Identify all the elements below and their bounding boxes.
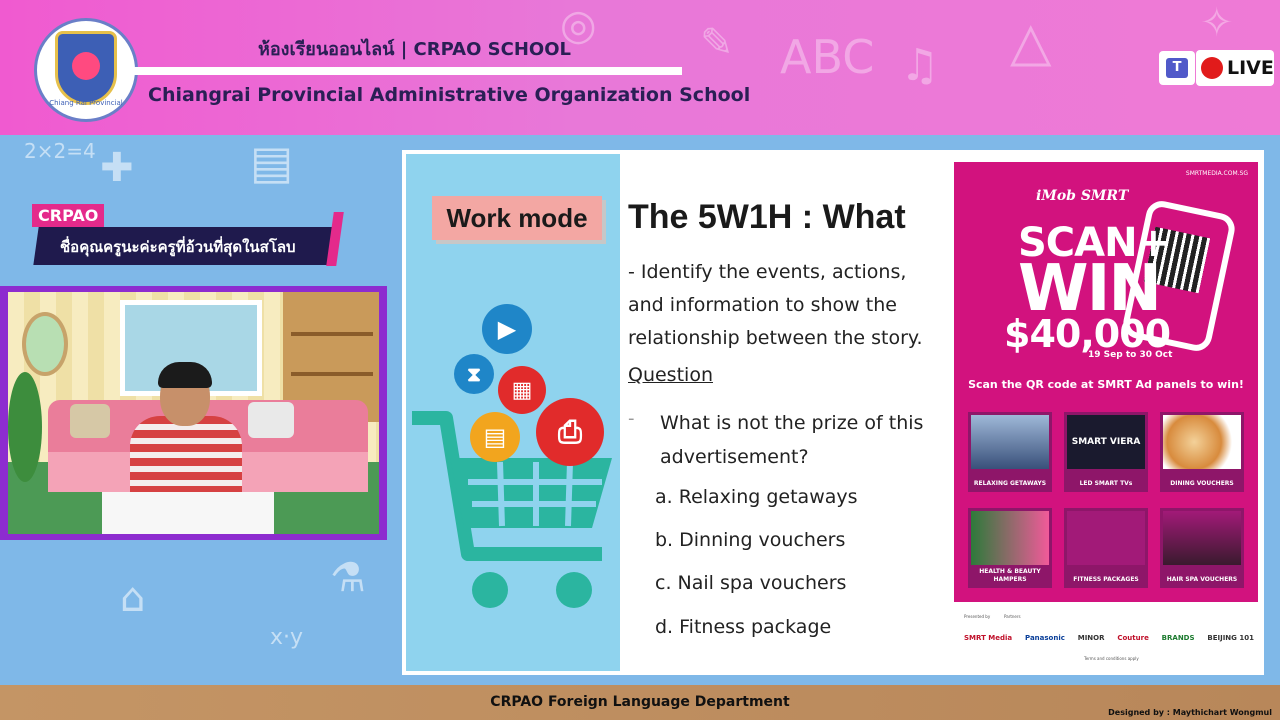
ad-tile-dining: DINING VOUCHERS [1160, 412, 1244, 492]
oval-window [22, 312, 68, 376]
tv-photo: SMART VIERA [1067, 415, 1145, 469]
ad-tile-hair-spa: HAIR SPA VOUCHERS [1160, 508, 1244, 588]
ad-instruction: Scan the QR code at SMRT Ad panels to wi… [968, 378, 1244, 391]
logo-shield-icon [55, 31, 117, 105]
ad-partners-label: Partners [1004, 614, 1021, 619]
presenter-video-feed [8, 292, 379, 534]
teams-button[interactable]: T [1159, 51, 1195, 85]
school-name: Chiangrai Provincial Administrative Orga… [148, 84, 751, 106]
question-text: What is not the prize of this advertisem… [660, 412, 924, 468]
ad-tile-fitness: FITNESS PACKAGES [1064, 508, 1148, 588]
presenter-desk [102, 492, 274, 534]
shelf-board [291, 372, 373, 376]
ad-tile-tvs: SMART VIERA LED SMART TVs [1064, 412, 1148, 492]
ad-tile-getaways: RELAXING GETAWAYS [968, 412, 1052, 492]
fitness-photo [1067, 511, 1145, 565]
answer-option-d: d. Fitness package [655, 616, 832, 638]
answer-option-a: a. Relaxing getaways [655, 486, 858, 508]
ad-tile-label: FITNESS PACKAGES [1073, 576, 1139, 583]
answer-option-c: c. Nail spa vouchers [655, 572, 847, 594]
sofa-pillow [70, 404, 110, 438]
live-record-icon [1201, 57, 1223, 79]
calculator-yellow-icon: ▤ [470, 412, 520, 462]
shelf-board [291, 332, 373, 336]
ad-tile-label: DINING VOUCHERS [1170, 480, 1234, 487]
video-camera-icon: ▶ [482, 304, 532, 354]
designer-credit: Designed by : Maythichart Wongmul [1108, 708, 1272, 717]
partner-logo: Couture [1117, 634, 1149, 642]
question-label: Question [628, 364, 713, 386]
calculator-icon: ▦ [498, 366, 546, 414]
abc-doodle: ABC [780, 30, 875, 84]
ad-dates: 19 Sep to 30 Oct [1088, 350, 1173, 360]
microsoft-teams-icon: T [1166, 58, 1188, 78]
partner-logo: Panasonic [1025, 634, 1065, 642]
presenter-hair [158, 362, 212, 388]
resort-photo [971, 415, 1049, 469]
slide-illustration-panel: Work mode ▶ ⧗ ▦ ▤ ⎙ [406, 154, 620, 671]
channel-title-thai: ห้องเรียนออนไลน์ | CRPAO SCHOOL [258, 39, 571, 60]
ad-partner-logos: SMRT Media Panasonic MINOR Couture BRAND… [964, 634, 1254, 642]
lamp-doodle-icon: ⌂ [120, 575, 146, 621]
work-mode-label: Work mode [432, 196, 602, 240]
food-photo [1163, 415, 1241, 469]
department-name: CRPAO Foreign Language Department [490, 694, 790, 710]
math-doodle: 2×2=4 [24, 139, 96, 163]
partner-logo: BEIJING 101 [1207, 634, 1254, 642]
ad-brand-logo: iMob SMRT [1036, 188, 1129, 204]
ad-website: SMRTMEDIA.COM.SG [1185, 170, 1248, 177]
hamper-photo [971, 511, 1049, 565]
logo-ribbon-text: Chiang Rai Provincial [49, 99, 123, 107]
music-note-icon: ♫ [900, 40, 940, 91]
ad-tile-hampers: HEALTH & BEAUTY HAMPERS [968, 508, 1052, 588]
plant-left [8, 372, 42, 482]
ad-terms: Terms and conditions apply [1084, 656, 1139, 661]
hair-spa-photo [1163, 511, 1241, 565]
presenter-video-frame [0, 286, 387, 540]
partner-logo: SMRT Media [964, 634, 1013, 642]
hourglass-icon: ⧗ [454, 354, 494, 394]
slide-text-panel: The 5W1H : What - Identify the events, a… [622, 160, 944, 668]
live-label: LIVE [1227, 57, 1274, 79]
presenter-tag: CRPAO [32, 204, 105, 227]
presenter-name: ชื่อคุณครูนะค่ะครูที่อ้วนที่สุดในสโลบ [60, 238, 296, 256]
ad-tile-label: HAIR SPA VOUCHERS [1166, 576, 1238, 583]
live-badge: LIVE [1196, 50, 1274, 86]
lesson-slide: Work mode ▶ ⧗ ▦ ▤ ⎙ The 5W1H : What - Id… [402, 150, 1264, 675]
title-divider [130, 67, 682, 75]
partner-logo: MINOR [1077, 634, 1105, 642]
printer-icon: ⎙ [536, 398, 604, 466]
sofa-pillow [248, 402, 294, 438]
notes-doodle-icon: ▤ [250, 135, 294, 189]
ad-tile-label: LED SMART TVs [1079, 480, 1133, 487]
ad-tile-label: HEALTH & BEAUTY HAMPERS [979, 568, 1041, 583]
plus-doodle-icon: ✚ [100, 145, 134, 191]
pencil-doodle-icon: ✎ [700, 20, 734, 66]
answer-option-b: b. Dinning vouchers [655, 529, 846, 551]
question-bullet: - [628, 408, 635, 429]
advertisement-poster: SMRTMEDIA.COM.SG iMob SMRT SCAN+ WIN $40… [954, 162, 1258, 670]
flask-doodle-icon: ⚗ [330, 555, 366, 601]
school-logo: Chiang Rai Provincial [34, 18, 138, 122]
star-doodle-icon: ✧ [1200, 0, 1234, 46]
xy-doodle: x·y [270, 625, 304, 650]
triangle-doodle-icon: △ [1010, 10, 1052, 73]
partner-logo: BRANDS [1161, 634, 1195, 642]
slide-heading: The 5W1H : What [628, 198, 906, 236]
ad-tile-label: RELAXING GETAWAYS [973, 480, 1047, 487]
slide-description: - Identify the events, actions, and info… [628, 261, 923, 349]
logo-emblem-icon [72, 52, 100, 80]
ad-presented-by: Presented by [964, 614, 991, 619]
